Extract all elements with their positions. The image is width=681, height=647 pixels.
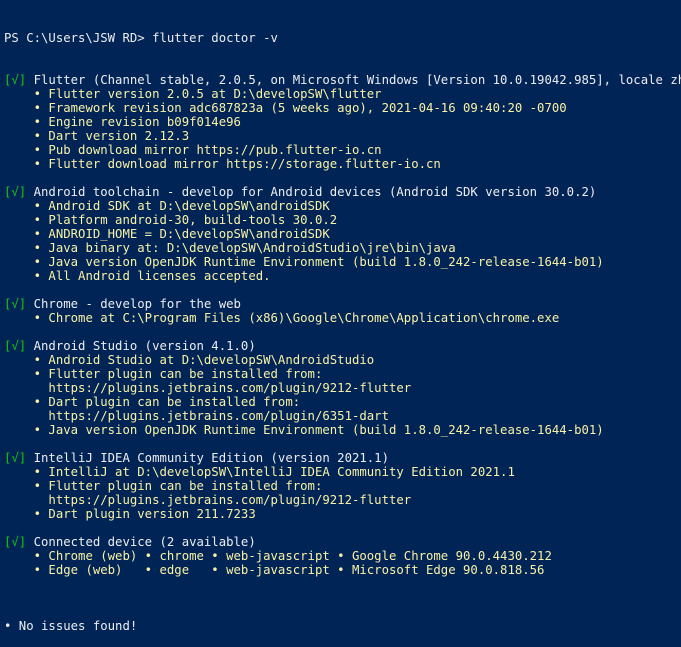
detail-item: https://plugins.jetbrains.com/plugin/635…: [0, 409, 681, 423]
detail-item: • Chrome (web) • chrome • web-javascript…: [0, 549, 681, 563]
section-heading: [√] Android toolchain - develop for Andr…: [0, 185, 681, 199]
detail-text: • All Android licenses accepted.: [33, 269, 271, 283]
detail-text: https://plugins.jetbrains.com/plugin/921…: [33, 381, 412, 395]
detail-item: • Android Studio at D:\developSW\Android…: [0, 353, 681, 367]
check-icon: [√]: [4, 535, 27, 549]
detail-text: • Chrome at C:\Program Files (x86)\Googl…: [33, 311, 560, 325]
detail-item: • Edge (web) • edge • web-javascript • M…: [0, 563, 681, 577]
section-title: IntelliJ IDEA Community Edition (version…: [33, 451, 389, 465]
detail-text: • Chrome (web) • chrome • web-javascript…: [33, 549, 552, 563]
detail-text: • Engine revision b09f014e96: [33, 115, 241, 129]
check-icon: [√]: [4, 73, 27, 87]
check-icon: [√]: [4, 185, 27, 199]
detail-item: • Java version OpenJDK Runtime Environme…: [0, 423, 681, 437]
section-title: Android toolchain - develop for Android …: [33, 185, 597, 199]
detail-item: https://plugins.jetbrains.com/plugin/921…: [0, 493, 681, 507]
detail-text: • Dart version 2.12.3: [33, 129, 190, 143]
section-title: Connected device (2 available): [33, 535, 256, 549]
check-icon: [√]: [4, 451, 27, 465]
detail-item: • Framework revision adc687823a (5 weeks…: [0, 101, 681, 115]
detail-item: • Java binary at: D:\developSW\AndroidSt…: [0, 241, 681, 255]
section-heading: [√] Android Studio (version 4.1.0): [0, 339, 681, 353]
section-title: Flutter (Channel stable, 2.0.5, on Micro…: [33, 73, 681, 87]
detail-item: • Flutter plugin can be installed from:: [0, 479, 681, 493]
terminal-window[interactable]: PS C:\Users\JSW RD> flutter doctor -v [√…: [0, 0, 681, 633]
section-title: Android Studio (version 4.1.0): [33, 339, 256, 353]
detail-item: • All Android licenses accepted.: [0, 269, 681, 283]
detail-text: • Dart plugin can be installed from:: [33, 395, 301, 409]
detail-text: • Android SDK at D:\developSW\androidSDK: [33, 199, 330, 213]
check-icon: [√]: [4, 339, 27, 353]
detail-item: https://plugins.jetbrains.com/plugin/921…: [0, 381, 681, 395]
detail-text: https://plugins.jetbrains.com/plugin/921…: [33, 493, 412, 507]
doctor-output: [√] Flutter (Channel stable, 2.0.5, on M…: [0, 73, 681, 591]
detail-item: • Flutter plugin can be installed from:: [0, 367, 681, 381]
detail-item: • Chrome at C:\Program Files (x86)\Googl…: [0, 311, 681, 325]
detail-text: • IntelliJ at D:\developSW\IntelliJ IDEA…: [33, 465, 515, 479]
section-heading: [√] Flutter (Channel stable, 2.0.5, on M…: [0, 73, 681, 87]
detail-text: • Pub download mirror https://pub.flutte…: [33, 143, 382, 157]
detail-text: • Flutter plugin can be installed from:: [33, 367, 323, 381]
section-heading: [√] Connected device (2 available): [0, 535, 681, 549]
detail-text: • Java binary at: D:\developSW\AndroidSt…: [33, 241, 456, 255]
detail-text: • ANDROID_HOME = D:\developSW\androidSDK: [33, 227, 330, 241]
detail-item: • Pub download mirror https://pub.flutte…: [0, 143, 681, 157]
detail-text: • Java version OpenJDK Runtime Environme…: [33, 255, 604, 269]
detail-item: • Platform android-30, build-tools 30.0.…: [0, 213, 681, 227]
detail-item: • Dart plugin can be installed from:: [0, 395, 681, 409]
check-icon: [√]: [4, 297, 27, 311]
detail-text: • Flutter download mirror https://storag…: [33, 157, 441, 171]
section-title: Chrome - develop for the web: [33, 297, 241, 311]
detail-item: • Flutter version 2.0.5 at D:\developSW\…: [0, 87, 681, 101]
detail-text: • Android Studio at D:\developSW\Android…: [33, 353, 375, 367]
detail-item: • Dart version 2.12.3: [0, 129, 681, 143]
detail-item: • Flutter download mirror https://storag…: [0, 157, 681, 171]
summary-line: • No issues found!: [4, 619, 138, 633]
detail-text: • Flutter plugin can be installed from:: [33, 479, 323, 493]
detail-text: • Flutter version 2.0.5 at D:\developSW\…: [33, 87, 382, 101]
detail-text: • Dart plugin version 211.7233: [33, 507, 256, 521]
detail-item: • Dart plugin version 211.7233: [0, 507, 681, 521]
detail-item: • ANDROID_HOME = D:\developSW\androidSDK: [0, 227, 681, 241]
detail-item: • Android SDK at D:\developSW\androidSDK: [0, 199, 681, 213]
detail-item: • IntelliJ at D:\developSW\IntelliJ IDEA…: [0, 465, 681, 479]
detail-text: • Platform android-30, build-tools 30.0.…: [33, 213, 338, 227]
detail-text: • Java version OpenJDK Runtime Environme…: [33, 423, 604, 437]
section-heading: [√] Chrome - develop for the web: [0, 297, 681, 311]
detail-item: • Java version OpenJDK Runtime Environme…: [0, 255, 681, 269]
detail-text: • Edge (web) • edge • web-javascript • M…: [33, 563, 545, 577]
section-heading: [√] IntelliJ IDEA Community Edition (ver…: [0, 451, 681, 465]
detail-item: • Engine revision b09f014e96: [0, 115, 681, 129]
detail-text: • Framework revision adc687823a (5 weeks…: [33, 101, 567, 115]
command-prompt: PS C:\Users\JSW RD> flutter doctor -v: [4, 31, 278, 45]
detail-text: https://plugins.jetbrains.com/plugin/635…: [33, 409, 389, 423]
